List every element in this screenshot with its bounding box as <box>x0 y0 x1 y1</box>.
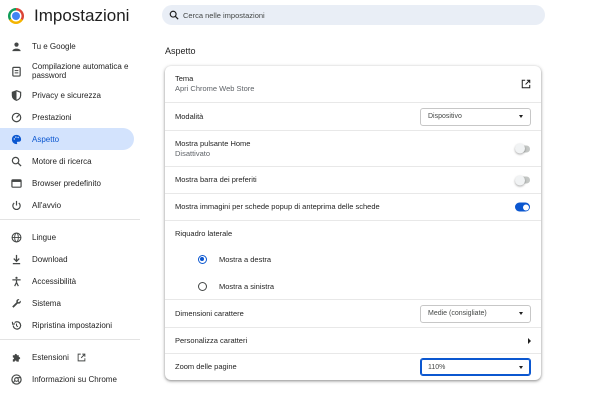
home-button-row[interactable]: Mostra pulsante Home Disattivato <box>165 130 541 166</box>
side-panel-row: Riquadro laterale <box>165 220 541 246</box>
sidebar-item-label: Estensioni <box>32 352 69 362</box>
sidebar-item-label: Tu e Google <box>32 41 76 51</box>
theme-title: Tema <box>175 74 194 83</box>
sidebar-item-performance[interactable]: Prestazioni <box>0 106 134 128</box>
sidebar-item-reset-settings[interactable]: Ripristina impostazioni <box>0 314 134 336</box>
sidebar-item-label: Compilazione automatica e password <box>32 62 129 80</box>
toggle-knob <box>523 204 529 210</box>
wrench-icon <box>10 297 22 309</box>
sidebar-item-label: Privacy e sicurezza <box>32 90 101 100</box>
speedometer-icon <box>10 111 22 123</box>
radio-label: Mostra a destra <box>219 254 272 264</box>
sidebar-item-privacy[interactable]: Privacy e sicurezza <box>0 84 134 106</box>
font-size-select[interactable]: Medie (consigliate) <box>420 304 531 323</box>
font-size-select-value: Medie (consigliate) <box>428 310 487 317</box>
sidebar-item-on-startup[interactable]: All'avvio <box>0 194 134 216</box>
shield-icon <box>10 89 22 101</box>
search-icon <box>10 155 22 167</box>
page-zoom-label: Zoom delle pagine <box>175 362 237 371</box>
accessibility-icon <box>10 275 22 287</box>
browser-window-icon <box>10 177 22 189</box>
search-icon <box>169 10 179 20</box>
toggle-knob <box>515 175 525 185</box>
sidebar-item-languages[interactable]: Lingue <box>0 226 134 248</box>
tab-previews-label: Mostra immagini per schede popup di ante… <box>175 202 380 211</box>
person-icon <box>10 40 22 52</box>
radio-label: Mostra a sinistra <box>219 281 275 291</box>
globe-icon <box>10 231 22 243</box>
tab-previews-toggle[interactable] <box>515 202 530 212</box>
customize-fonts-row[interactable]: Personalizza caratteri <box>165 327 541 353</box>
restore-icon <box>10 319 22 331</box>
search-bar[interactable] <box>162 5 545 25</box>
sidebar-item-label: Browser predefinito <box>32 178 101 188</box>
font-size-label: Dimensioni carattere <box>175 308 244 318</box>
sidebar-item-label: Sistema <box>32 298 61 308</box>
sidebar-item-accessibility[interactable]: Accessibilità <box>0 270 134 292</box>
sidebar-divider <box>0 339 140 340</box>
sidebar-item-label: Lingue <box>32 232 57 242</box>
sidebar-item-system[interactable]: Sistema <box>0 292 134 314</box>
sidebar-item-label: Download <box>32 254 68 264</box>
power-icon <box>10 199 22 211</box>
chevron-right-icon <box>528 337 531 344</box>
sidebar-item-label: All'avvio <box>32 200 62 210</box>
chrome-icon <box>10 373 22 385</box>
chrome-logo-icon <box>8 8 24 24</box>
page-title: Impostazioni <box>34 6 130 25</box>
tab-previews-row[interactable]: Mostra immagini per schede popup di ante… <box>165 193 541 220</box>
mode-row: Modalità Dispositivo <box>165 102 541 130</box>
page-zoom-select[interactable]: 110% <box>420 358 531 376</box>
bookmarks-bar-row[interactable]: Mostra barra dei preferiti <box>165 166 541 193</box>
theme-open-button[interactable] <box>521 79 531 89</box>
sidebar-item-downloads[interactable]: Download <box>0 248 134 270</box>
appearance-card: Tema Apri Chrome Web Store Modalità Disp… <box>165 66 541 380</box>
dropdown-arrow-icon <box>519 115 523 118</box>
sidebar-divider <box>0 219 140 220</box>
section-title: Aspetto <box>165 46 196 56</box>
toggle-knob <box>515 143 525 154</box>
side-panel-option-left[interactable]: Mostra a sinistra <box>165 273 541 299</box>
home-button-title: Mostra pulsante Home <box>175 138 251 148</box>
home-button-subtitle: Disattivato <box>175 148 211 158</box>
theme-subtitle: Apri Chrome Web Store <box>175 84 255 93</box>
customize-fonts-label: Personalizza caratteri <box>175 335 248 345</box>
download-icon <box>10 253 22 265</box>
theme-row[interactable]: Tema Apri Chrome Web Store <box>165 66 541 102</box>
page-zoom-row: Zoom delle pagine 110% <box>165 353 541 380</box>
dropdown-arrow-icon <box>519 365 523 369</box>
search-input[interactable] <box>183 10 523 20</box>
sidebar-item-tu-e-google[interactable]: Tu e Google <box>0 35 134 57</box>
sidebar-item-extensions[interactable]: Estensioni <box>0 346 134 368</box>
mode-label: Modalità <box>175 111 204 121</box>
radio-button-selected[interactable] <box>198 254 207 264</box>
sidebar-item-search-engine[interactable]: Motore di ricerca <box>0 150 134 172</box>
sidebar-item-autofill[interactable]: Compilazione automatica e password <box>0 59 134 83</box>
dropdown-arrow-icon <box>519 312 523 315</box>
radio-button[interactable] <box>198 281 207 291</box>
sidebar-item-label: Motore di ricerca <box>32 156 92 166</box>
page-zoom-select-value: 110% <box>428 363 446 371</box>
sidebar-item-about-chrome[interactable]: Informazioni su Chrome <box>0 368 134 390</box>
side-panel-label: Riquadro laterale <box>175 228 233 238</box>
bookmarks-bar-label: Mostra barra dei preferiti <box>175 175 257 184</box>
open-in-new-icon <box>521 79 531 89</box>
sidebar-item-default-browser[interactable]: Browser predefinito <box>0 172 134 194</box>
clipboard-icon <box>10 65 22 77</box>
mode-select-value: Dispositivo <box>428 113 462 120</box>
side-panel-option-right[interactable]: Mostra a destra <box>165 246 541 272</box>
sidebar-item-label: Aspetto <box>32 134 60 144</box>
mode-select[interactable]: Dispositivo <box>420 107 531 126</box>
sidebar-item-label: Accessibilità <box>32 276 77 286</box>
sidebar-item-label: Informazioni su Chrome <box>32 374 117 384</box>
palette-icon <box>10 133 22 145</box>
home-button-toggle[interactable] <box>515 143 530 154</box>
puzzle-icon <box>10 351 22 363</box>
font-size-row: Dimensioni carattere Medie (consigliate) <box>165 299 541 327</box>
sidebar-item-aspetto[interactable]: Aspetto <box>0 128 134 150</box>
sidebar-item-label: Prestazioni <box>32 112 72 122</box>
bookmarks-bar-toggle[interactable] <box>515 175 530 185</box>
sidebar-item-label: Ripristina impostazioni <box>32 320 113 330</box>
open-in-new-icon <box>77 353 86 361</box>
